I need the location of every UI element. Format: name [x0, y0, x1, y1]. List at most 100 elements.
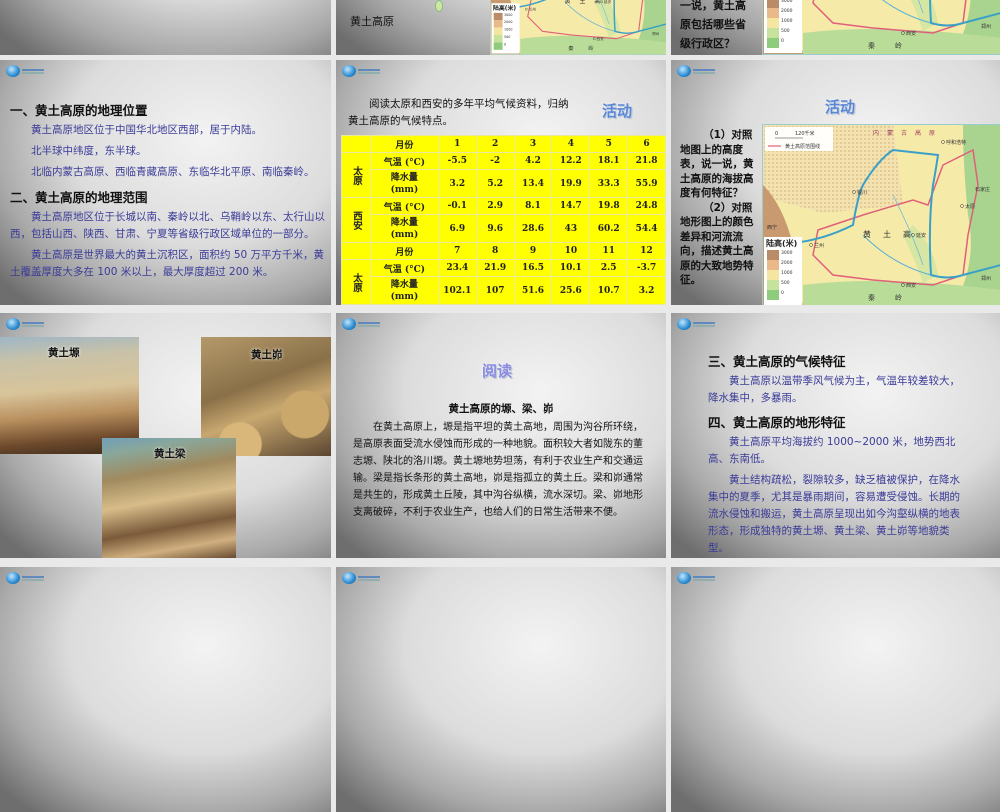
- slide-climate-activity[interactable]: 阅读太原和西安的多年平均气候资料，归纳黄土高原的气候特点。 活动 月份 1 2 3 4 5…: [336, 60, 666, 305]
- question-text: 一说，黄土高 原包括哪些省 级行政区？: [680, 0, 760, 53]
- globe-icon: [677, 572, 691, 584]
- precip-label-cell: 降水量 (mm): [370, 276, 439, 305]
- site-logo: [342, 318, 380, 330]
- place-label: 秦岭: [868, 293, 922, 302]
- loess-plateau-map: 0 120千米 黄土高原范围线 内蒙古高原 呼和浩特 银川 太原 石家庄 兰州 …: [762, 0, 1000, 55]
- slide-thumbnail-10[interactable]: [0, 567, 331, 812]
- precip-cell: 13.4: [513, 169, 553, 198]
- temp-cell: 19.8: [589, 197, 629, 215]
- legend-level-label: 500: [504, 35, 510, 39]
- question-line: 原包括哪些省: [680, 18, 746, 31]
- globe-icon: [342, 65, 356, 77]
- slide-thumbnail-11[interactable]: [336, 567, 666, 812]
- slide-thumbnail-12[interactable]: [671, 567, 1000, 812]
- legend-swatch: [767, 270, 779, 280]
- precip-cell: 33.3: [589, 169, 629, 198]
- precip-cell: 6.9: [437, 214, 477, 243]
- paragraph: 黄土高原是世界最大的黄土沉积区，面积约 50 万平方千米，黄土覆盖厚度大多在 1…: [10, 249, 325, 278]
- heading-climate: 三、黄土高原的气候特征: [708, 354, 846, 369]
- site-logo: [677, 65, 715, 77]
- site-logo: [677, 572, 715, 584]
- precip-cell: 5.2: [475, 169, 515, 198]
- globe-icon: [6, 318, 20, 330]
- month-cell: 3: [513, 135, 553, 153]
- logo-text-mark: [693, 575, 715, 581]
- place-label: 郑州: [981, 23, 991, 30]
- place-label: 西宁: [767, 224, 777, 231]
- legend-swatch: [767, 8, 779, 18]
- temp-cell: -2: [475, 152, 515, 170]
- slide-thumbnail-2[interactable]: 黄土高原 0 120千米 黄土高原范围线 内蒙古高原 呼和浩特 银川: [336, 0, 666, 55]
- map-thumbnail: 0 120千米 黄土高原范围线 内蒙古高原 呼和浩特 银川 太原 石家庄 兰州 …: [762, 0, 1000, 55]
- precip-cell: 10.7: [589, 276, 629, 305]
- slide-thumbnail-3[interactable]: 一说，黄土高 原包括哪些省 级行政区？ 0 120千米 黄土高原范围线 内蒙古高…: [671, 0, 1000, 55]
- month-cell: 7: [437, 242, 477, 260]
- slide-climate-terrain-features[interactable]: 三、黄土高原的气候特征 黄土高原以温带季风气候为主，气温年较差较大，降水集中，多…: [671, 313, 1000, 558]
- temp-cell: -3.7: [627, 259, 666, 277]
- slide-location[interactable]: 一、黄土高原的地理位置 黄土高原地区位于中国华北地区西部，居于内陆。 北半球中纬…: [0, 60, 331, 305]
- temp-cell: 16.5: [513, 259, 553, 277]
- map-graphic: 0 120千米 黄土高原范围线 内蒙古高原 呼和浩特 银川 太原 石家庄 兰州 …: [490, 0, 666, 55]
- legend-level-label: 3000: [781, 250, 793, 256]
- scale-zero: 0: [775, 131, 778, 137]
- reading-body: 在黄土高原上，塬是指平坦的黄土高地，周围为沟谷所环绕，是高原表面受流水侵蚀而形成…: [353, 422, 643, 518]
- activity-label: 活动: [602, 102, 633, 120]
- place-label: 西安: [596, 36, 604, 41]
- heading-range: 二、黄土高原的地理范围: [10, 190, 148, 205]
- legend-level-label: 2000: [504, 20, 512, 24]
- temp-cell: -0.1: [437, 197, 477, 215]
- temp-cell: -5.5: [437, 152, 477, 170]
- temp-cell: 23.4: [437, 259, 477, 277]
- table-row-temperature: 太原 气温 (°C) 23.4 21.9 16.5 10.1 2.5 -3.7: [341, 259, 666, 305]
- place-label: 黄土高: [863, 229, 923, 239]
- place-label: 内蒙古高原: [873, 129, 943, 137]
- island-shape: [435, 0, 443, 12]
- precip-cell: 25.6: [551, 276, 591, 305]
- month-cell: 9: [513, 242, 553, 260]
- slide-caption: 黄土高原: [350, 15, 394, 28]
- temp-cell: 21.9: [475, 259, 515, 277]
- month-cell: 12: [627, 242, 666, 260]
- legend-title: 陆高(米): [493, 4, 516, 12]
- place-label: 西安: [906, 30, 916, 37]
- site-logo: [6, 572, 44, 584]
- month-label-cell: 月份: [370, 135, 439, 153]
- legend-swatch: [767, 280, 779, 290]
- precip-label-cell: 降水量 (mm): [370, 214, 439, 243]
- slide-reading[interactable]: 阅读 黄土高原的塬、梁、峁 在黄土高原上，塬是指平坦的黄土高地，周围为沟谷所环绕…: [336, 313, 666, 558]
- map-graphic: 0 120千米 黄土高原范围线 内蒙古高原 呼和浩特 银川 太原 石家庄 兰州 …: [763, 125, 1000, 305]
- logo-text-mark: [358, 321, 380, 327]
- reading-title: 黄土高原的塬、梁、峁: [448, 403, 554, 415]
- legend-level-label: 2000: [781, 260, 793, 266]
- month-cell: 5: [589, 135, 629, 153]
- temp-cell: 18.1: [589, 152, 629, 170]
- loess-plateau-map: 0 120千米 黄土高原范围线 内蒙古高原 呼和浩特 银川 太原 石家庄 兰州 …: [490, 0, 666, 55]
- precip-cell: 55.9: [627, 169, 666, 198]
- scale-label: 120千米: [795, 130, 815, 137]
- heading-location: 一、黄土高原的地理位置: [10, 103, 148, 118]
- legend-level-label: 3000: [781, 0, 793, 4]
- question-line: 级行政区？: [680, 37, 735, 50]
- month-cell: 10: [551, 242, 591, 260]
- legend-level-label: 1000: [781, 270, 793, 276]
- slide-thumbnail-1[interactable]: [0, 0, 331, 55]
- slide-landform-photos[interactable]: 黄土塬 黄土峁 黄土梁: [0, 313, 331, 558]
- question-2: （2）对照地形图上的颜色差异和河流流向，描述黄土高原的大致地势特征。: [680, 201, 754, 287]
- precip-cell: 102.1: [437, 276, 477, 305]
- boundary-legend: 黄土高原范围线: [785, 143, 820, 150]
- slide-map-activity[interactable]: 活动 （1）对照地图上的高度表，说一说，黄土高原的海拔高度有何特征？ （2）对照…: [671, 60, 1000, 305]
- place-label: 黄土高: [565, 0, 609, 5]
- table-corner-cell: [341, 242, 371, 260]
- month-cell: 6: [627, 135, 666, 153]
- activity-label: 活动: [825, 98, 856, 116]
- temp-cell: 4.2: [513, 152, 553, 170]
- table-corner-cell: [341, 135, 371, 153]
- place-label: 石家庄: [975, 186, 990, 193]
- globe-icon: [677, 65, 691, 77]
- legend-title: 陆高(米): [766, 238, 797, 248]
- legend-swatch: [767, 0, 779, 8]
- legend-level-label: 1000: [781, 18, 793, 24]
- precip-cell: 60.2: [589, 214, 629, 243]
- paragraph: 黄土高原平均海拔约 1000~2000 米，地势西北高、东南低。: [708, 436, 956, 465]
- legend-swatch: [767, 28, 779, 38]
